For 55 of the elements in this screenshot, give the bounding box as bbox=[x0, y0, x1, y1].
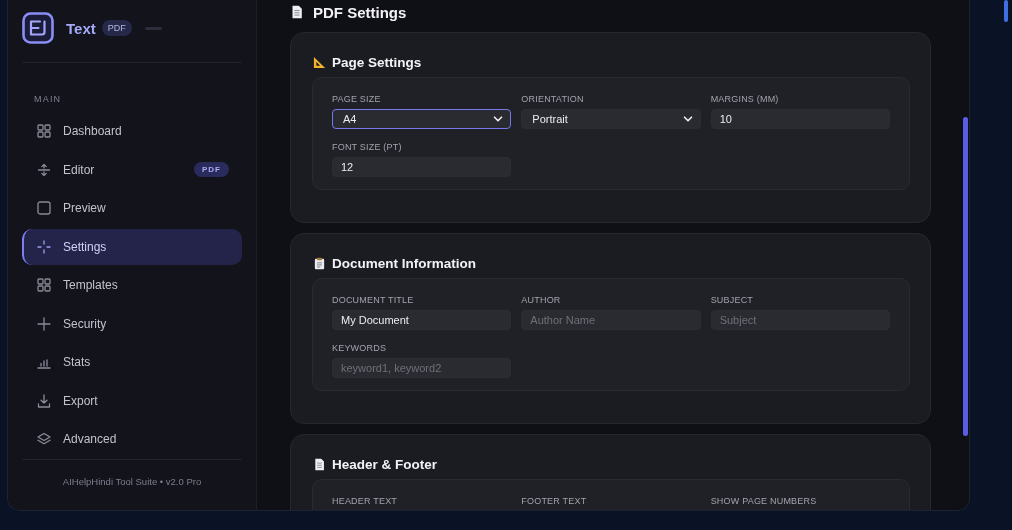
nav-item[interactable]: Security bbox=[22, 305, 242, 342]
field-label: HEADER TEXT bbox=[332, 496, 398, 506]
chevron-down-icon bbox=[682, 114, 693, 124]
input-field[interactable]: Author Name bbox=[521, 310, 701, 330]
nav-item[interactable]: Export bbox=[22, 382, 242, 419]
page-title: PDF Settings bbox=[313, 3, 407, 21]
field-label: FONT SIZE (PT) bbox=[332, 142, 402, 152]
input-field[interactable]: 12 bbox=[332, 157, 512, 177]
field-label: DOCUMENT TITLE bbox=[332, 295, 414, 305]
logo-icon[interactable] bbox=[22, 12, 54, 44]
input-field[interactable]: keyword1, keyword2 bbox=[332, 358, 512, 378]
field-label: SUBJECT bbox=[710, 295, 754, 305]
field-label: ORIENTATION bbox=[521, 94, 584, 104]
square-icon bbox=[37, 201, 51, 215]
grid-icon bbox=[37, 278, 51, 292]
download-icon bbox=[37, 393, 51, 408]
scrollbar-thumb[interactable] bbox=[963, 117, 968, 436]
triangle-ruler-icon bbox=[313, 55, 326, 69]
field-label: FOOTER TEXT bbox=[521, 496, 587, 506]
nav-item[interactable]: Dashboard bbox=[22, 113, 242, 149]
plus-icon bbox=[37, 316, 51, 331]
scrollbar-thumb[interactable] bbox=[1004, 0, 1008, 22]
select-field[interactable]: A4 bbox=[332, 109, 512, 129]
input-field[interactable]: My Document bbox=[332, 310, 512, 330]
card-title: Page Settings bbox=[332, 54, 422, 70]
nav-item[interactable]: Stats bbox=[22, 344, 242, 380]
expand-arrows-icon bbox=[37, 162, 51, 177]
clipboard-icon bbox=[313, 256, 326, 270]
grid-icon bbox=[37, 124, 51, 138]
dash-icon bbox=[144, 26, 162, 30]
field-label: SHOW PAGE NUMBERS bbox=[710, 496, 817, 506]
card-title: Document Information bbox=[332, 255, 476, 271]
card-title: Header & Footer bbox=[332, 456, 438, 472]
document-icon bbox=[290, 5, 304, 19]
format-tag: PDF bbox=[194, 162, 229, 177]
section-label: MAIN bbox=[34, 94, 63, 104]
field-label: MARGINS (MM) bbox=[710, 94, 779, 104]
version-text: AIHelpHindi Tool Suite • v2.0 Pro bbox=[61, 476, 203, 488]
nav-item[interactable]: Templates bbox=[22, 267, 242, 303]
crosshair-icon bbox=[37, 239, 51, 254]
input-field[interactable]: Subject bbox=[710, 310, 890, 330]
brand-name: Text bbox=[66, 19, 96, 37]
format-tag: PDF bbox=[101, 20, 132, 36]
document-icon bbox=[313, 457, 326, 471]
input-field[interactable]: 10 bbox=[710, 109, 890, 129]
field-label: AUTHOR bbox=[521, 295, 561, 305]
nav-item[interactable]: Preview bbox=[22, 190, 242, 226]
layers-icon bbox=[37, 432, 51, 446]
nav-item[interactable]: Editor PDF bbox=[22, 151, 242, 188]
field-label: PAGE SIZE bbox=[332, 94, 381, 104]
nav-item[interactable]: Advanced bbox=[22, 421, 242, 457]
field-label: KEYWORDS bbox=[332, 343, 387, 353]
nav-item[interactable]: Settings bbox=[22, 228, 242, 265]
select-field[interactable]: Portrait bbox=[521, 109, 701, 129]
chevron-down-icon bbox=[493, 114, 504, 124]
